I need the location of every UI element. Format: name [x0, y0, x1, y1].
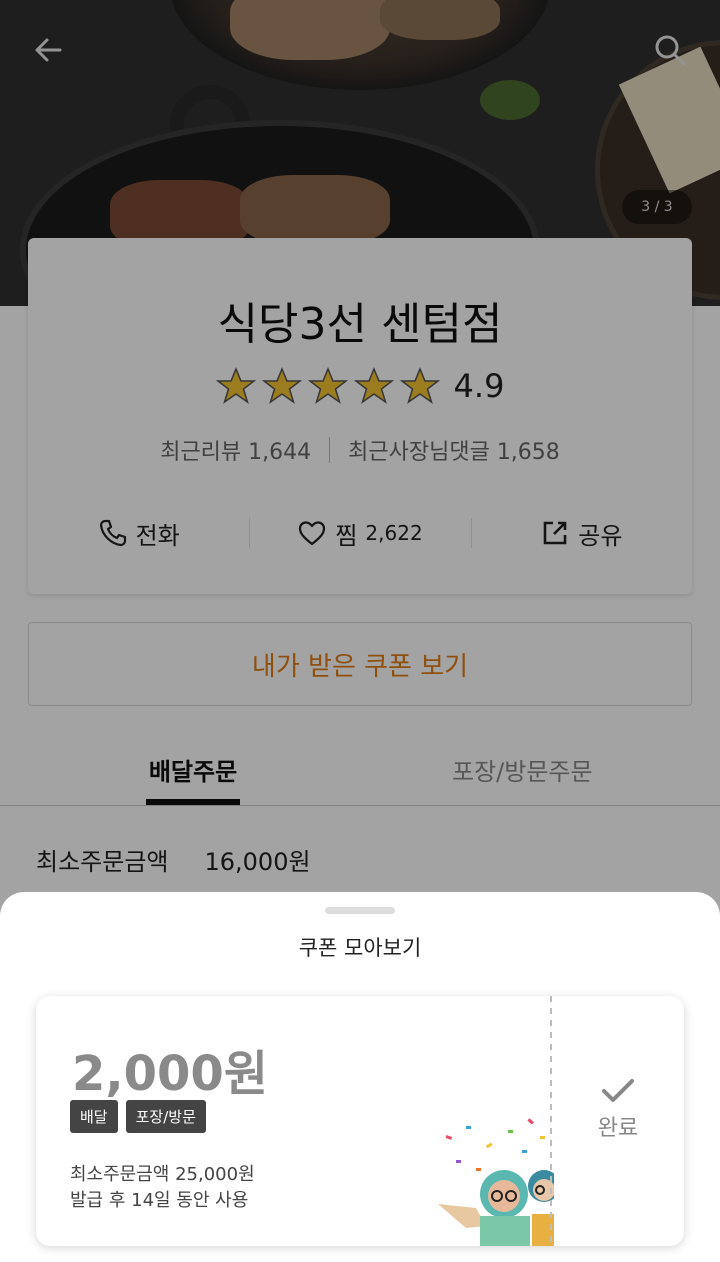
check-icon	[602, 1079, 634, 1102]
coupon-bottom-sheet: 쿠폰 모아보기 2,000원 배달 포장/방문 최소주문금액 25,000원 발…	[0, 892, 720, 1262]
sheet-grabber[interactable]	[325, 907, 395, 914]
celebration-illustration	[438, 1118, 554, 1246]
coupon-status-label: 완료	[597, 1116, 639, 1141]
coupon-min-order: 최소주문금액 25,000원	[70, 1164, 255, 1185]
coupon-status: 완료	[552, 1076, 684, 1142]
coupon-validity: 발급 후 14일 동안 사용	[70, 1190, 249, 1211]
coupon-card[interactable]: 2,000원 배달 포장/방문 최소주문금액 25,000원 발급 후 14일 …	[36, 996, 684, 1246]
sheet-title: 쿠폰 모아보기	[298, 936, 422, 960]
tag-delivery: 배달	[70, 1100, 118, 1133]
coupon-amount: 2,000원	[72, 1046, 268, 1102]
coupon-tags: 배달 포장/방문	[70, 1100, 206, 1133]
tag-pickup: 포장/방문	[125, 1100, 206, 1133]
